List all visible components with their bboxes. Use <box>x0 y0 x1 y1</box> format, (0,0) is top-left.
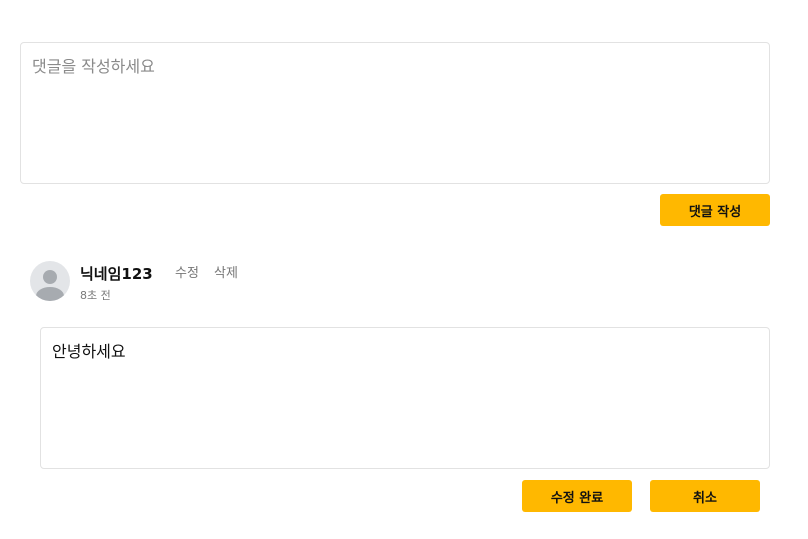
new-comment-box <box>20 42 770 184</box>
avatar <box>30 261 70 301</box>
edit-comment-link[interactable]: 수정 <box>175 265 199 283</box>
save-edit-button[interactable]: 수정 완료 <box>522 480 632 512</box>
edit-comment-box: 안녕하세요 <box>40 327 770 469</box>
user-silhouette-icon <box>36 270 64 301</box>
delete-comment-link[interactable]: 삭제 <box>214 265 238 283</box>
submit-comment-button[interactable]: 댓글 작성 <box>660 194 770 226</box>
comment-input[interactable] <box>21 43 769 183</box>
comment-timestamp: 8초 전 <box>80 289 111 302</box>
cancel-edit-button[interactable]: 취소 <box>650 480 760 512</box>
edit-comment-input[interactable]: 안녕하세요 <box>41 328 769 468</box>
comment-author-nickname: 닉네임123 <box>80 265 153 283</box>
